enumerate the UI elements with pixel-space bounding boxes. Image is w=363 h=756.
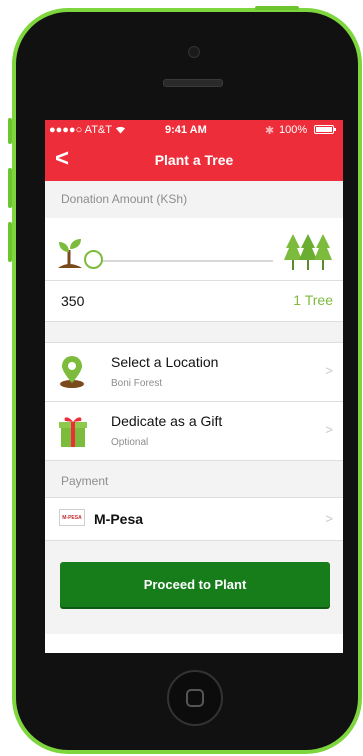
mpesa-logo: M-PESA [59, 509, 85, 526]
home-button[interactable] [167, 670, 223, 726]
select-location-label: Select a Location [111, 354, 219, 370]
volume-up-button [8, 168, 12, 208]
donation-slider-track[interactable] [93, 260, 273, 262]
payment-method-name: M-Pesa [94, 511, 144, 527]
battery-percent: 100% [279, 124, 308, 136]
chevron-right-icon: > [325, 363, 333, 378]
payment-method-row[interactable]: M-PESA M-Pesa > [45, 498, 343, 541]
gift-icon [59, 417, 87, 447]
bluetooth-icon: ✱ [265, 125, 275, 137]
forest-icon [284, 234, 332, 270]
chevron-right-icon: > [325, 422, 333, 437]
selected-location-value: Boni Forest [111, 378, 163, 389]
select-location-row[interactable]: Select a Location Boni Forest > [45, 343, 343, 402]
earpiece-speaker [163, 79, 223, 87]
proceed-to-plant-button[interactable]: Proceed to Plant [60, 562, 330, 607]
donation-section-header: Donation Amount (KSh) [45, 181, 343, 218]
chevron-right-icon: > [325, 511, 333, 526]
dedicate-gift-label: Dedicate as a Gift [111, 413, 223, 429]
dedicate-gift-row[interactable]: Dedicate as a Gift Optional > [45, 402, 343, 461]
carrier-label: ●●●●○ AT&T [49, 124, 126, 136]
donation-slider-row [45, 218, 343, 281]
power-button [255, 6, 299, 10]
wifi-icon [115, 126, 125, 134]
donation-slider-thumb[interactable] [83, 250, 103, 269]
map-pin-icon [60, 356, 84, 388]
gift-optional-label: Optional [111, 437, 149, 448]
status-bar: ●●●●○ AT&T 9:41 AM ✱ 100% [45, 120, 343, 141]
amount-row: 350 1 Tree [45, 281, 343, 322]
battery-icon [314, 125, 336, 134]
home-square-icon [186, 689, 204, 707]
front-camera [188, 46, 200, 58]
volume-down-button [8, 222, 12, 262]
mute-switch [8, 118, 12, 144]
donation-amount: 350 [61, 293, 85, 309]
page-title: Plant a Tree [154, 152, 234, 168]
status-time: 9:41 AM [165, 124, 207, 136]
tree-count: 1 Tree [293, 292, 333, 308]
section-gap [45, 322, 343, 343]
footer-area: Proceed to Plant [45, 541, 343, 634]
app-screen: ●●●●○ AT&T 9:41 AM ✱ 100% < Plant a Tree… [45, 120, 343, 653]
payment-section-header: Payment [45, 461, 343, 498]
nav-bar: < Plant a Tree [45, 141, 343, 181]
sapling-icon [58, 239, 82, 268]
